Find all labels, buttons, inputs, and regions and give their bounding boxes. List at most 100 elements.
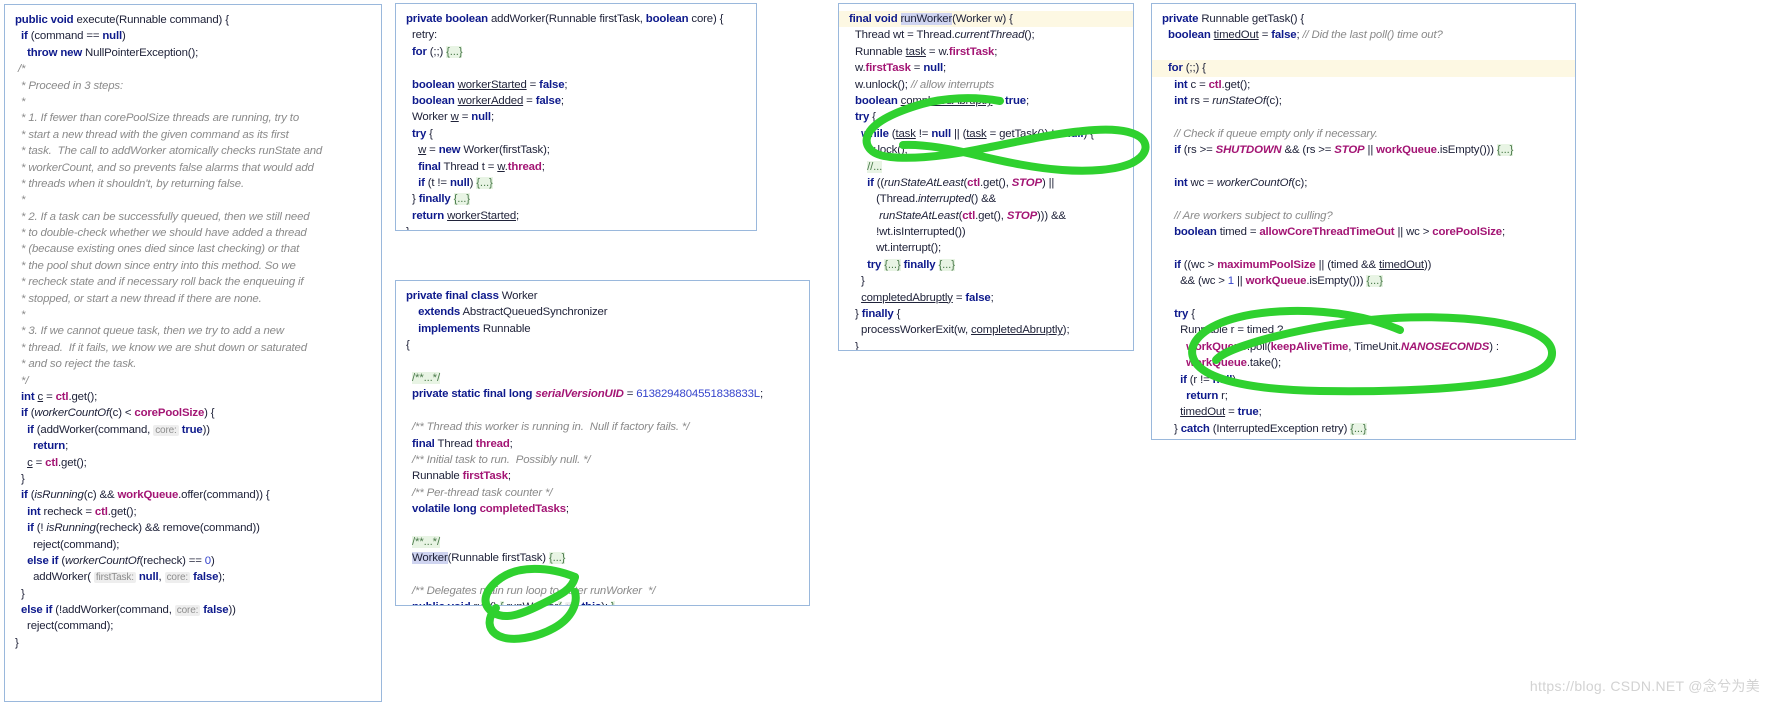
code-line: retry: bbox=[406, 29, 438, 42]
code-line: return workerStarted; bbox=[412, 209, 520, 222]
code-line: Worker(Runnable firstTask) {...} bbox=[412, 552, 566, 565]
code-line: int c = ctl.get(); bbox=[1174, 78, 1251, 91]
code-block-run-worker: final void runWorker(Worker w) { Thread … bbox=[839, 4, 1133, 351]
code-line: private Runnable getTask() { bbox=[1162, 13, 1305, 25]
code-panel-run-worker[interactable]: final void runWorker(Worker w) { Thread … bbox=[838, 3, 1134, 351]
code-line: Thread wt = Thread.currentThread(); bbox=[849, 29, 1035, 42]
code-line: // Check if queue empty only if necessar… bbox=[1174, 127, 1378, 140]
code-line: * stopped, or start a new thread if ther… bbox=[21, 292, 262, 305]
code-line: * threads when it shouldn't, by returnin… bbox=[21, 177, 244, 190]
code-line: workQueue.take(); bbox=[1186, 357, 1282, 370]
code-line: wt.interrupt(); bbox=[849, 242, 941, 255]
code-panel-add-worker[interactable]: private boolean addWorker(Runnable first… bbox=[395, 3, 757, 231]
code-line: if (command == null) bbox=[21, 30, 126, 43]
code-line: * to double-check whether we should have… bbox=[21, 227, 307, 240]
code-panel-get-task[interactable]: private Runnable getTask() { boolean tim… bbox=[1151, 3, 1576, 440]
code-line: !wt.isInterrupted()) bbox=[849, 226, 966, 239]
code-line: * (because existing ones died since last… bbox=[21, 243, 300, 256]
code-line: return r; bbox=[1186, 389, 1228, 402]
code-line: * bbox=[21, 95, 26, 108]
code-line: try {...} finally {...} bbox=[867, 258, 955, 271]
code-line: /* bbox=[18, 63, 26, 76]
code-line: c = ctl.get(); bbox=[27, 456, 87, 469]
code-block-get-task: private Runnable getTask() { boolean tim… bbox=[1152, 4, 1575, 439]
code-block-worker-class: private final class Worker extends Abstr… bbox=[396, 281, 809, 605]
code-line: return; bbox=[33, 440, 69, 453]
code-line: /** Initial task to run. Possibly null. … bbox=[412, 453, 591, 466]
code-line: boolean timed = allowCoreThreadTimeOut |… bbox=[1174, 226, 1506, 239]
code-line: /**...*/ bbox=[412, 535, 440, 548]
code-panel-worker-class[interactable]: private final class Worker extends Abstr… bbox=[395, 280, 810, 606]
code-line: w.firstTask = null; bbox=[849, 62, 947, 75]
code-line: * recheck state and if necessary roll ba… bbox=[21, 276, 304, 289]
code-block-execute: public void execute(Runnable command) { … bbox=[5, 5, 381, 658]
code-line: if (t != null) {...} bbox=[418, 176, 493, 189]
code-line: Runnable task = w.firstTask; bbox=[849, 45, 998, 58]
code-line: } bbox=[1162, 437, 1567, 439]
code-line: w.unlock(); // allow interrupts bbox=[849, 78, 995, 91]
code-line: if ((runStateAtLeast(ctl.get(), STOP) || bbox=[867, 176, 1055, 189]
code-line: /** Per-thread task counter */ bbox=[412, 486, 553, 499]
code-line: int wc = workerCountOf(c); bbox=[1174, 176, 1308, 189]
code-line: //... bbox=[867, 160, 883, 173]
code-line: } bbox=[15, 472, 25, 485]
code-line: try { bbox=[412, 127, 433, 140]
code-line: } bbox=[406, 224, 748, 230]
code-line: * workerCount, and so prevents false ala… bbox=[21, 161, 314, 174]
code-line: } bbox=[849, 275, 865, 288]
code-line: boolean timedOut = false; // Did the las… bbox=[1168, 29, 1443, 42]
code-line: if (r != null) bbox=[1180, 373, 1236, 386]
code-line: boolean workerStarted = false; bbox=[412, 78, 568, 91]
code-line: if ((wc > maximumPoolSize || (timed && t… bbox=[1174, 258, 1432, 271]
code-line: runStateAtLeast(ctl.get(), STOP))) && bbox=[879, 209, 1066, 222]
code-line: try { bbox=[1174, 308, 1195, 321]
code-line: if (! isRunning(recheck) && remove(comma… bbox=[27, 522, 260, 535]
code-line: if (isRunning(c) && workQueue.offer(comm… bbox=[21, 489, 270, 502]
code-line: volatile long completedTasks; bbox=[412, 503, 569, 516]
code-line: final Thread t = w.thread; bbox=[418, 160, 545, 173]
code-line: * 2. If a task can be successfully queue… bbox=[21, 210, 310, 223]
code-line: private final class Worker bbox=[406, 290, 538, 302]
code-line: (Thread.interrupted() && bbox=[849, 193, 996, 206]
code-line: w = new Worker(firstTask); bbox=[418, 144, 550, 157]
code-line: w.lock(); bbox=[849, 144, 908, 157]
code-line: } bbox=[849, 340, 859, 351]
code-line: // Are workers subject to culling? bbox=[1174, 209, 1333, 222]
code-line: Worker w = null; bbox=[406, 111, 494, 124]
code-line: * bbox=[21, 194, 26, 207]
code-line: } finally { bbox=[849, 308, 901, 321]
code-line: */ bbox=[21, 374, 29, 387]
code-line: int rs = runStateOf(c); bbox=[1174, 94, 1282, 107]
code-line: final Thread thread; bbox=[412, 437, 513, 450]
code-line: int c = ctl.get(); bbox=[21, 390, 98, 403]
code-line: } bbox=[15, 636, 19, 649]
code-line: for (;;) {...} bbox=[412, 45, 463, 58]
code-line: reject(command); bbox=[15, 538, 120, 551]
code-line: * the pool shut down since entry into th… bbox=[21, 259, 296, 272]
code-line: /**...*/ bbox=[412, 371, 440, 384]
code-line: reject(command); bbox=[15, 620, 114, 633]
code-line: else if (workerCountOf(recheck) == 0) bbox=[27, 554, 215, 567]
code-panel-execute[interactable]: public void execute(Runnable command) { … bbox=[4, 4, 382, 702]
code-line: int recheck = ctl.get(); bbox=[27, 505, 137, 518]
code-line: private static final long serialVersionU… bbox=[412, 388, 763, 401]
code-line: * task. The call to addWorker atomically… bbox=[21, 145, 323, 158]
code-line: } bbox=[15, 587, 25, 600]
code-line: * and so reject the task. bbox=[21, 358, 137, 371]
code-line: * thread. If it fails, we know we are sh… bbox=[21, 341, 307, 354]
code-line: timedOut = true; bbox=[1180, 406, 1262, 419]
code-line: * start a new thread with the given comm… bbox=[21, 128, 289, 141]
code-line: boolean workerAdded = false; bbox=[412, 94, 564, 107]
code-line: final void runWorker(Worker w) { bbox=[839, 11, 1133, 28]
code-line: public void run() { runWorker( w: this);… bbox=[406, 599, 801, 605]
code-line: Runnable r = timed ? bbox=[1162, 324, 1284, 337]
